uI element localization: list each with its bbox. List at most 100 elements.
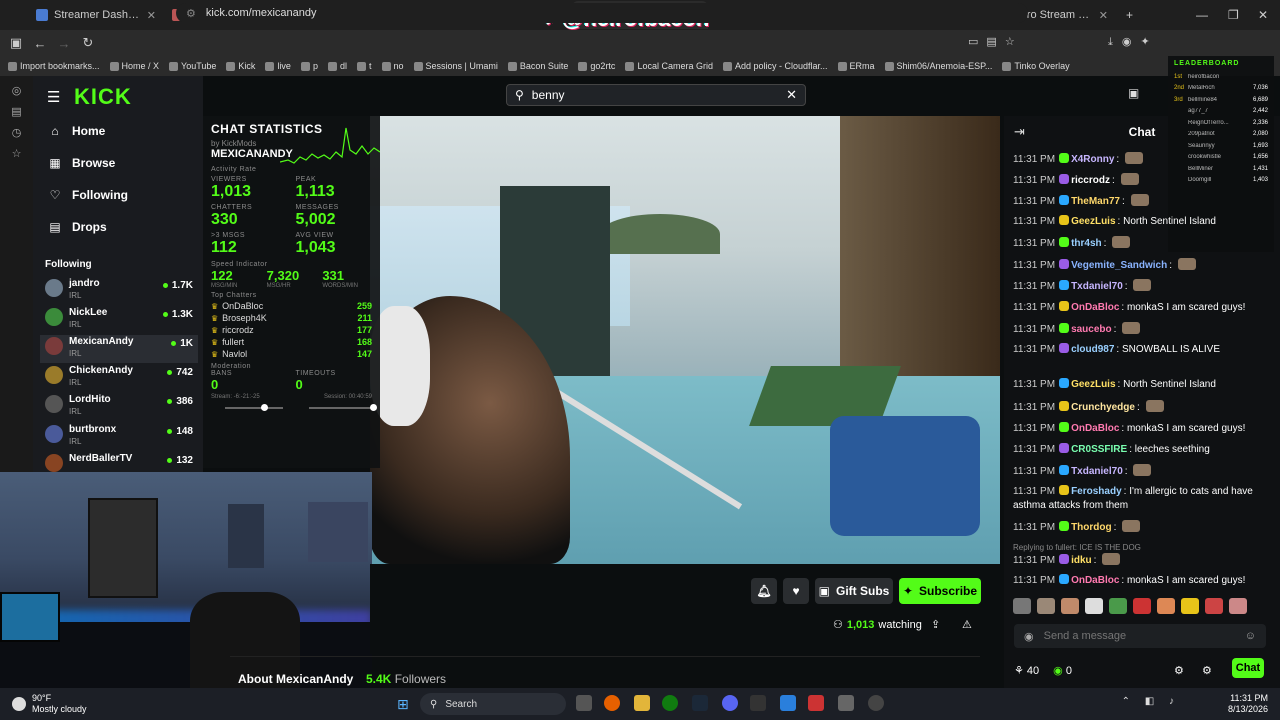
message-username[interactable]: riccrodz [1071,175,1110,186]
message-username[interactable]: Txdaniel70 [1071,466,1123,477]
chat-message[interactable]: 11:31 PM cloud987: SNOWBALL IS ALIVE [1013,343,1263,357]
message-username[interactable]: CR0SSFIRE [1071,444,1127,455]
emoji-icon[interactable]: ☺ [1245,630,1256,642]
emote-icon[interactable] [1061,598,1079,614]
browser-tab[interactable]: Streamer Dashboard | Tinkobot ✕ [28,1,164,29]
emote-icon[interactable] [1037,598,1055,614]
message-username[interactable]: OnDaBloc [1071,423,1119,434]
follow-button[interactable]: ♥ [783,578,809,604]
chat-message[interactable]: 11:31 PM Feroshady: I'm allergic to cats … [1013,485,1263,513]
message-username[interactable]: GeezLuis [1071,216,1115,227]
chat-message[interactable]: 11:31 PM Thordog: [1013,520,1263,535]
settings-gear-icon[interactable]: ⚙ [1174,664,1184,677]
task-view-icon[interactable] [576,695,592,711]
save-page-icon[interactable]: ▤ [986,36,1004,48]
subscribe-button[interactable]: ✦ Subscribe [899,578,981,604]
kick-logo[interactable]: KICK [74,84,132,110]
puzzle-icon[interactable]: ✦ [1140,36,1158,48]
chat-message[interactable]: 11:31 PM Crunchyedge: [1013,400,1263,415]
message-username[interactable]: OnDaBloc [1071,575,1119,586]
following-channel[interactable]: ChickenAndy IRL 742 [45,364,195,392]
obs-icon[interactable] [808,695,824,711]
app-icon[interactable] [838,695,854,711]
terminal-icon[interactable] [750,695,766,711]
message-username[interactable]: Thordog [1071,522,1112,533]
emote-icon[interactable] [1157,598,1175,614]
chat-send-button[interactable]: Chat [1232,658,1264,678]
collapse-chat-icon[interactable]: ⇥ [1014,124,1025,140]
screenshot-icon[interactable]: ▭ [968,36,986,48]
message-username[interactable]: saucebo [1071,324,1112,335]
download-icon[interactable]: ⤓ [1108,36,1122,48]
chat-message[interactable]: 11:31 PM OnDaBloc: monkaS I am scared guy… [1013,574,1263,588]
side-ai-icon[interactable]: ◎ [0,84,33,97]
share-icon[interactable]: ⇪ [931,618,940,631]
theater-mode-icon[interactable]: ▣ [1128,86,1148,104]
sidebar-toggle-icon[interactable]: ▣ [4,35,28,51]
minimize-icon[interactable]: — [1196,8,1208,22]
message-username[interactable]: thr4sh [1071,238,1102,249]
following-channel[interactable]: burtbronx IRL 148 [45,423,195,451]
message-username[interactable]: GeezLuis [1071,379,1115,390]
tab-close-icon[interactable]: ✕ [147,9,156,22]
mod-tools-icon[interactable]: ⚙ [1202,664,1212,677]
emote-icon[interactable] [1181,598,1199,614]
bookmark-item[interactable]: Import bookmarks... [8,61,100,71]
message-username[interactable]: idku [1071,555,1092,566]
report-icon[interactable]: ⚠ [962,618,972,631]
following-channel[interactable]: NerdBallerTV 132 [45,452,195,480]
chrome-icon[interactable] [868,695,884,711]
message-username[interactable]: Feroshady [1071,486,1122,497]
maximize-icon[interactable]: ❐ [1228,8,1239,22]
emote-icon[interactable] [1109,598,1127,614]
notify-button[interactable]: 🔔︎ [751,578,777,604]
message-username[interactable]: OnDaBloc [1071,302,1119,313]
bookmark-item[interactable]: Kick [226,61,255,71]
chat-message[interactable]: 11:31 PM GeezLuis: North Sentinel Island [1013,215,1263,229]
chat-input[interactable] [1043,630,1235,642]
slider-knob-2[interactable] [370,404,377,411]
gift-subs-button[interactable]: ▣ Gift Subs [815,578,893,604]
bookmark-item[interactable]: t [356,61,372,71]
bookmark-item[interactable]: ERma [837,61,875,71]
bookmark-item[interactable]: no [381,61,404,71]
firefox-icon[interactable] [604,695,620,711]
message-username[interactable]: X4Ronny [1071,154,1114,165]
bookmark-item[interactable]: YouTube [169,61,216,71]
chat-message[interactable]: 11:31 PM OnDaBloc: monkaS I am scared guy… [1013,301,1263,315]
url-bar[interactable]: ⚙ kick.com/mexicanandy [176,3,1028,23]
windows-start-icon[interactable]: ⊞ [397,696,409,713]
bookmark-item[interactable]: Bacon Suite [507,61,568,71]
message-username[interactable]: Vegemite_Sandwich [1071,260,1167,271]
bookmark-item[interactable]: Home / X [109,61,159,71]
bookmark-item[interactable]: Sessions | Umami [413,61,498,71]
bookmark-star-icon[interactable]: ☆ [1005,36,1023,48]
message-username[interactable]: TheMan77 [1071,196,1120,207]
chat-message[interactable]: 11:31 PM saucebo: [1013,322,1263,337]
side-tabs-icon[interactable]: ▤ [0,105,33,118]
message-username[interactable]: Txdaniel70 [1071,281,1123,292]
side-bookmarks-icon[interactable]: ☆ [0,147,33,160]
bookmark-item[interactable]: live [265,61,291,71]
nav-following[interactable]: ♡ Following [48,188,128,202]
emote-icon[interactable] [1205,598,1223,614]
xbox-icon[interactable] [662,695,678,711]
weather-widget[interactable]: 90°F Mostly cloudy [12,693,87,715]
menu-icon[interactable]: ☰ [47,88,60,106]
chat-settings-icon[interactable]: ◉ [1024,630,1034,643]
chat-message[interactable]: 11:31 PM CR0SSFIRE: leeches seething [1013,443,1263,457]
forward-icon[interactable]: → [52,36,76,51]
bookmark-item[interactable]: Tinko Overlay [1002,61,1070,71]
reload-icon[interactable]: ↻ [76,35,100,51]
chat-message[interactable]: 11:31 PM Txdaniel70: [1013,464,1263,479]
bookmark-item[interactable]: Local Camera Grid [625,61,713,71]
chat-message[interactable]: 11:31 PM GeezLuis: North Sentinel Island [1013,378,1263,392]
close-window-icon[interactable]: ✕ [1258,8,1268,22]
discord-icon[interactable] [722,695,738,711]
chat-message[interactable]: 11:31 PM TheMan77: [1013,194,1263,209]
emote-icon[interactable] [1229,598,1247,614]
slider-knob-1[interactable] [261,404,269,411]
following-channel[interactable]: jandro IRL 1.7K [45,277,195,305]
chat-message[interactable]: 11:31 PM thr4sh: [1013,236,1263,251]
message-username[interactable]: Crunchyedge [1071,402,1135,413]
